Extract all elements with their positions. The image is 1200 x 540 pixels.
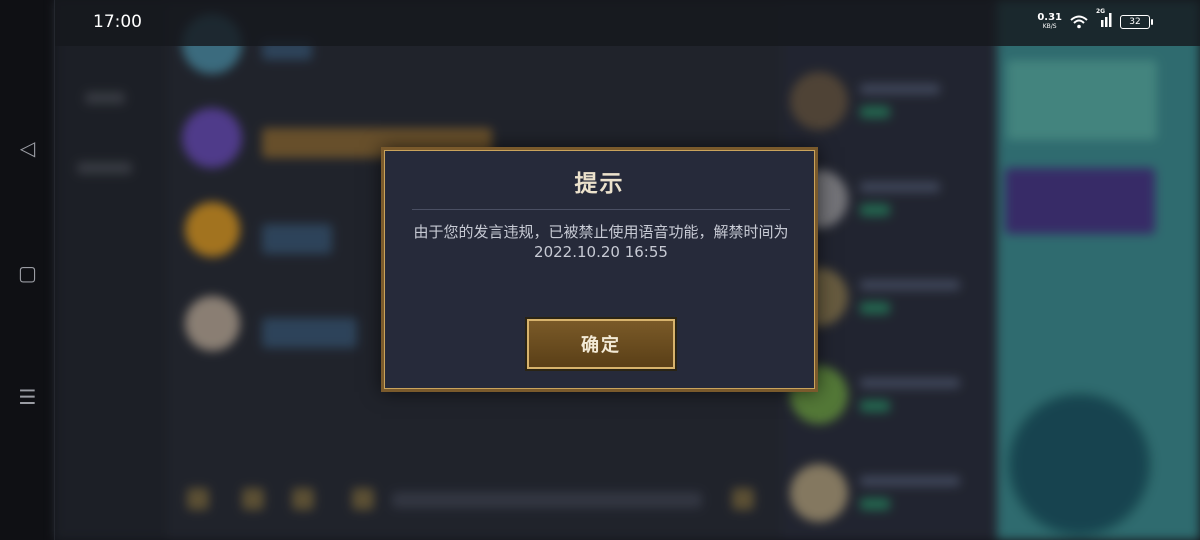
back-icon[interactable]: ◁ <box>0 128 55 168</box>
network-speed-value: 0.31 <box>1037 11 1062 23</box>
signal-type-label: 2G <box>1096 8 1106 15</box>
network-speed-unit: KB/S <box>1042 22 1057 30</box>
battery-icon: 32 <box>1120 14 1153 29</box>
home-icon[interactable]: ▢ <box>0 253 55 293</box>
dialog-divider <box>412 209 790 210</box>
voice-ban-dialog: 提示 由于您的发言违规，已被禁止使用语音功能，解禁时间为2022.10.20 1… <box>381 147 818 392</box>
network-speed: 0.31 KB/S <box>1037 11 1062 31</box>
status-time: 17:00 <box>93 12 142 32</box>
cellular-signal-icon: 2G <box>1096 8 1112 31</box>
recent-apps-icon[interactable]: ☰ <box>0 377 55 417</box>
status-bar: 17:00 0.31 KB/S 2G 32 <box>55 0 1200 46</box>
wifi-icon <box>1070 15 1088 29</box>
battery-level: 32 <box>1129 16 1141 27</box>
dialog-title: 提示 <box>574 171 625 197</box>
confirm-button[interactable]: 确定 <box>527 319 675 369</box>
dialog-message: 由于您的发言违规，已被禁止使用语音功能，解禁时间为2022.10.20 16:5… <box>413 223 789 261</box>
system-nav-bar: ◁ ▢ ☰ <box>0 0 55 540</box>
status-icons: 0.31 KB/S 2G 32 <box>1037 8 1153 31</box>
